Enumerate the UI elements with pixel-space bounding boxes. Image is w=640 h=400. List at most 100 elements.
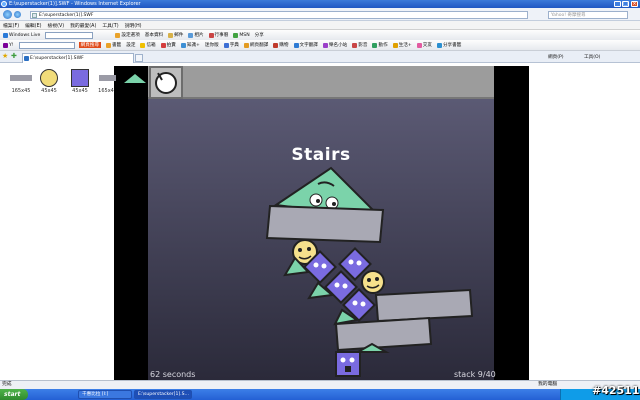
minimize-button[interactable]: _	[614, 1, 621, 7]
menu-bar: 檔案(F) 編輯(E) 檢視(V) 我的最愛(A) 工具(T) 說明(H)	[0, 21, 640, 30]
library-thumb-label: 165x4	[98, 88, 114, 94]
window-title: E:\superstacker(1)].SWF - Windows Intern…	[9, 1, 141, 7]
menu-help[interactable]: 說明(H)	[125, 22, 142, 29]
back-button[interactable]	[3, 10, 12, 19]
mail-icon	[168, 32, 174, 38]
gray-plank	[334, 316, 433, 352]
yahoo-brand[interactable]: Y!	[3, 42, 14, 48]
toolbar2-item[interactable]: 網頁翻譯	[243, 42, 268, 48]
library-thumb-purple-square[interactable]	[71, 69, 89, 87]
purple-square-piece	[335, 351, 361, 377]
shopping-icon	[273, 42, 279, 48]
toolbar2-item[interactable]: 樂名小站	[322, 42, 347, 48]
tab-label: E:\superstacker[1].SWF	[30, 56, 84, 61]
yahoo-search-field[interactable]	[18, 41, 75, 49]
menu-view[interactable]: 檢視(V)	[47, 22, 64, 29]
toolbar1-item[interactable]: 設定選項	[115, 32, 140, 38]
toolbar1-item[interactable]: 相片	[188, 32, 204, 38]
toolbar2-item[interactable]: 分享書籤	[436, 42, 461, 48]
toolbar2-item[interactable]: 文字翻譯	[293, 42, 318, 48]
action-icon	[372, 42, 378, 48]
toolbar1-item[interactable]: 行事曆	[208, 32, 228, 38]
watermark-id: #42511	[592, 384, 640, 397]
address-text: E:\superstacker(1)].SWF	[39, 13, 94, 18]
add-favorite-icon[interactable]: ✚	[11, 53, 18, 60]
toolbar2-item[interactable]: 影音	[352, 42, 367, 48]
knowledge-icon	[180, 42, 186, 48]
toolbar2-item[interactable]: 購物	[273, 42, 289, 48]
stack-counter: stack 9/40	[454, 370, 496, 379]
toolbar2-item[interactable]: 交友	[416, 42, 432, 48]
toolbar1-item[interactable]: 郵件	[168, 32, 183, 38]
game-top-bar	[148, 66, 494, 99]
windows-live-icon	[3, 32, 8, 38]
status-text: 完成	[2, 382, 12, 387]
game-stack-scene	[265, 166, 474, 377]
game-timer-button[interactable]	[149, 66, 183, 99]
window-title-bar: E:\superstacker(1)].SWF - Windows Intern…	[0, 0, 640, 8]
address-bar[interactable]: E:\superstacker(1)].SWF	[30, 11, 528, 19]
menu-edit[interactable]: 編輯(E)	[25, 22, 41, 29]
yellow-smiley-piece	[361, 270, 385, 294]
tools-menu-button[interactable]: 工具(O)	[584, 53, 600, 62]
settings-icon	[115, 32, 121, 38]
video-icon	[352, 42, 358, 48]
msn-icon	[233, 32, 239, 38]
gray-plank	[374, 288, 474, 323]
toolbar2-item[interactable]: 信箱	[140, 42, 156, 48]
library-thumb-block[interactable]	[10, 75, 32, 81]
toolbar1-item[interactable]: 基本資料	[145, 32, 163, 38]
menu-tools[interactable]: 工具(T)	[102, 22, 118, 29]
menu-favorites[interactable]: 我的最愛(A)	[70, 22, 96, 29]
library-thumb-block[interactable]	[99, 75, 116, 81]
taskbar-item[interactable]: 千惠比拉 [I:]	[78, 390, 132, 399]
music-icon	[322, 42, 328, 48]
library-thumb-label: 165x45	[11, 88, 31, 94]
web-search-button[interactable]: 網頁搜尋	[78, 42, 102, 48]
toolbar2-item[interactable]: 動作	[372, 42, 388, 48]
share-bookmark-icon	[436, 42, 442, 48]
calendar-icon	[208, 32, 214, 38]
yahoo-toolbar: Y! 網頁搜尋 書籤 設定 信箱 拍賣 知識+ 迷你版 字典 網頁翻譯 購物 文…	[0, 40, 640, 51]
forward-button[interactable]	[14, 11, 21, 18]
status-bar: 完成 我的電腦	[0, 380, 640, 389]
search-placeholder: Yahoo! 奇摩搜尋	[551, 13, 586, 18]
maximize-button[interactable]: □	[622, 1, 629, 7]
bookmark-icon	[106, 42, 112, 48]
flash-library-panel	[0, 63, 118, 380]
start-button[interactable]: start	[0, 389, 28, 400]
taskbar-item-active[interactable]: E:\superstacker[1].S...	[134, 390, 192, 399]
auction-icon	[160, 42, 166, 48]
toolbar2-item[interactable]: 知識+	[180, 42, 200, 48]
text-translate-icon	[293, 42, 299, 48]
dating-icon	[416, 42, 422, 48]
windows-live-search-field[interactable]	[45, 31, 94, 39]
search-input[interactable]: Yahoo! 奇摩搜尋	[548, 11, 628, 19]
library-thumb-yellow-circle[interactable]	[40, 69, 58, 87]
page-icon	[32, 13, 37, 18]
library-thumb-label: 45x45	[41, 88, 57, 94]
gray-plank	[265, 204, 385, 244]
toolbar2-item[interactable]: 設定	[126, 42, 135, 48]
new-tab-button[interactable]	[135, 54, 143, 62]
page-menu-button[interactable]: 網頁(P)	[548, 53, 564, 62]
toolbar1-item[interactable]: MSN	[233, 32, 250, 38]
translate-icon	[243, 42, 249, 48]
ie-icon	[1, 1, 7, 7]
yahoo-icon	[3, 42, 8, 48]
close-button[interactable]: ×	[631, 1, 638, 7]
mail-icon	[140, 42, 146, 48]
menu-file[interactable]: 檔案(F)	[3, 22, 19, 29]
toolbar1-item[interactable]: 分享	[255, 32, 264, 38]
life-icon	[392, 42, 398, 48]
favorites-star-icon[interactable]: ★	[2, 53, 9, 60]
windows-live-brand[interactable]: Windows Live	[3, 32, 40, 38]
toolbar2-item[interactable]: 迷你版	[205, 42, 219, 48]
toolbar2-item[interactable]: 生活+	[392, 42, 412, 48]
toolbar2-item[interactable]: 拍賣	[160, 42, 176, 48]
green-triangle-piece	[124, 74, 146, 83]
tab-page-icon	[24, 56, 29, 61]
tab-current[interactable]: E:\superstacker[1].SWF	[22, 53, 134, 63]
toolbar2-item[interactable]: 書籤	[106, 42, 121, 48]
toolbar2-item[interactable]: 字典	[223, 42, 239, 48]
